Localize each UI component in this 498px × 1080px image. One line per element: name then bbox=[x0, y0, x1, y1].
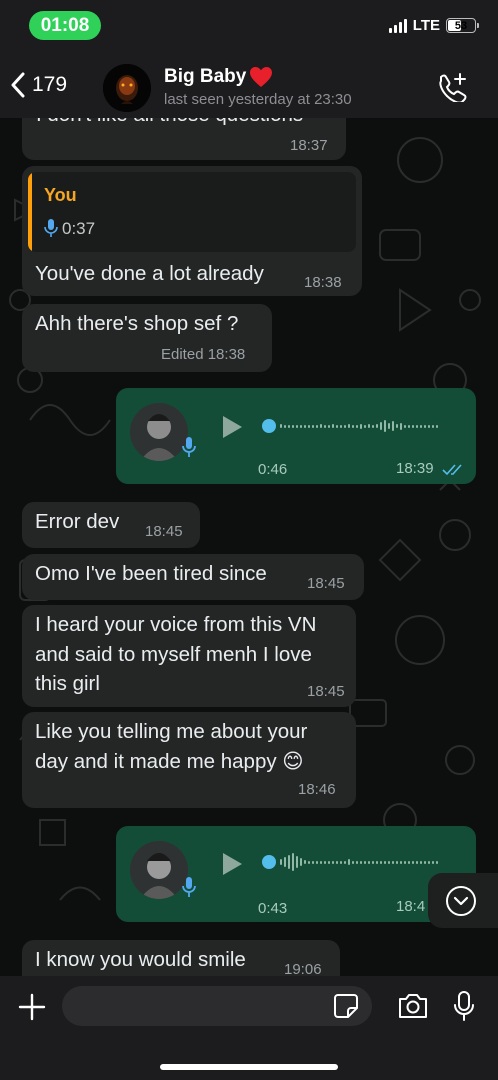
message-time: 18:4 bbox=[396, 898, 426, 915]
scroll-to-bottom-button[interactable] bbox=[428, 873, 498, 928]
heart-emoji-icon bbox=[250, 67, 273, 87]
message-text-line-3: this girl bbox=[35, 672, 100, 695]
status-bar: 01:08 LTE 53 bbox=[0, 0, 498, 52]
message-time: 18:39 bbox=[396, 460, 434, 477]
add-call-icon bbox=[439, 73, 467, 104]
play-icon[interactable] bbox=[220, 414, 244, 440]
message-text-line-2: day and it made me happy 😊 bbox=[35, 750, 304, 773]
quote-duration: 0:37 bbox=[62, 219, 96, 238]
message-time: 18:45 bbox=[307, 575, 345, 592]
message-incoming[interactable]: You 0:37 You've done a lot already 18:38 bbox=[22, 166, 362, 296]
microphone-icon[interactable] bbox=[452, 990, 476, 1022]
battery-level: 53 bbox=[454, 19, 468, 32]
message-incoming[interactable]: Omo I've been tired since 18:45 bbox=[22, 554, 364, 600]
chat-screen: 01:08 LTE 53 179 Big Baby last seen yest… bbox=[0, 0, 498, 1080]
message-time: 18:37 bbox=[290, 137, 328, 154]
sticker-icon[interactable] bbox=[333, 993, 359, 1019]
message-time: 19:06 bbox=[284, 961, 322, 976]
edited-label: Edited bbox=[161, 346, 204, 363]
message-text: Ahh there's shop sef ? bbox=[35, 312, 239, 335]
voice-waveform[interactable] bbox=[262, 416, 438, 436]
message-incoming[interactable]: Ahh there's shop sef ? Edited 18:38 bbox=[22, 304, 272, 372]
message-text-line-2: and said to myself menh I love bbox=[35, 643, 312, 666]
voice-duration: 0:46 bbox=[258, 461, 288, 478]
add-call-button[interactable] bbox=[436, 72, 468, 107]
message-text-line-1: Like you telling me about your bbox=[35, 720, 308, 743]
message-text: I don't like all those questions bbox=[36, 118, 303, 130]
contact-avatar[interactable] bbox=[103, 64, 151, 112]
back-button[interactable]: 179 bbox=[10, 72, 67, 98]
unread-count: 179 bbox=[32, 73, 68, 96]
voice-message-outgoing[interactable]: 0:43 18:4 bbox=[116, 826, 476, 922]
message-time: 18:46 bbox=[298, 781, 336, 798]
chat-header: 179 Big Baby last seen yesterday at 23:3… bbox=[0, 52, 498, 118]
message-time: 18:38 bbox=[207, 346, 246, 363]
contact-info[interactable]: Big Baby last seen yesterday at 23:30 bbox=[164, 66, 352, 108]
message-time: 18:45 bbox=[145, 523, 183, 540]
message-incoming[interactable]: Error dev 18:45 bbox=[22, 502, 200, 548]
plus-icon[interactable] bbox=[18, 993, 46, 1021]
microphone-icon bbox=[44, 219, 58, 237]
status-time: 01:08 bbox=[29, 11, 101, 40]
message-incoming[interactable]: Like you telling me about your day and i… bbox=[22, 712, 356, 808]
message-text: I know you would smile bbox=[35, 948, 246, 971]
message-text: You've done a lot already bbox=[35, 262, 264, 285]
message-text: Omo I've been tired since bbox=[35, 562, 267, 585]
message-time: 18:45 bbox=[307, 683, 345, 700]
chevron-left-icon bbox=[11, 72, 25, 98]
battery-icon: 53 bbox=[446, 18, 479, 33]
network-type: LTE bbox=[412, 17, 440, 34]
message-text-line-1: I heard your voice from this VN bbox=[35, 613, 317, 636]
message-time: 18:38 bbox=[304, 274, 342, 291]
composer-bar bbox=[0, 976, 498, 1080]
message-input[interactable] bbox=[62, 986, 372, 1026]
sender-avatar bbox=[130, 841, 188, 899]
voice-duration: 0:43 bbox=[258, 900, 288, 917]
quote-sender: You bbox=[44, 185, 77, 205]
sender-avatar bbox=[130, 403, 188, 461]
message-edited-time: Edited 18:38 bbox=[161, 346, 245, 363]
camera-icon[interactable] bbox=[397, 992, 429, 1020]
play-icon[interactable] bbox=[220, 851, 244, 877]
microphone-icon bbox=[182, 437, 196, 457]
chevron-down-circle-icon bbox=[446, 886, 476, 916]
contact-name: Big Baby bbox=[164, 66, 247, 87]
message-incoming[interactable]: I don't like all those questions 18:37 bbox=[22, 118, 346, 160]
message-text: Error dev bbox=[35, 510, 120, 533]
read-ticks-icon bbox=[442, 464, 462, 476]
last-seen-status: last seen yesterday at 23:30 bbox=[164, 91, 352, 108]
quoted-voice-message[interactable]: You 0:37 bbox=[28, 172, 356, 252]
message-list[interactable]: I don't like all those questions 18:37 Y… bbox=[0, 118, 498, 976]
microphone-icon bbox=[182, 877, 196, 897]
message-incoming[interactable]: I heard your voice from this VN and said… bbox=[22, 605, 356, 707]
voice-message-outgoing[interactable]: 0:46 18:39 bbox=[116, 388, 476, 484]
message-incoming[interactable]: I know you would smile 19:06 bbox=[22, 940, 340, 976]
home-indicator[interactable] bbox=[160, 1064, 338, 1070]
signal-icon bbox=[388, 18, 407, 33]
voice-waveform[interactable] bbox=[262, 852, 438, 872]
